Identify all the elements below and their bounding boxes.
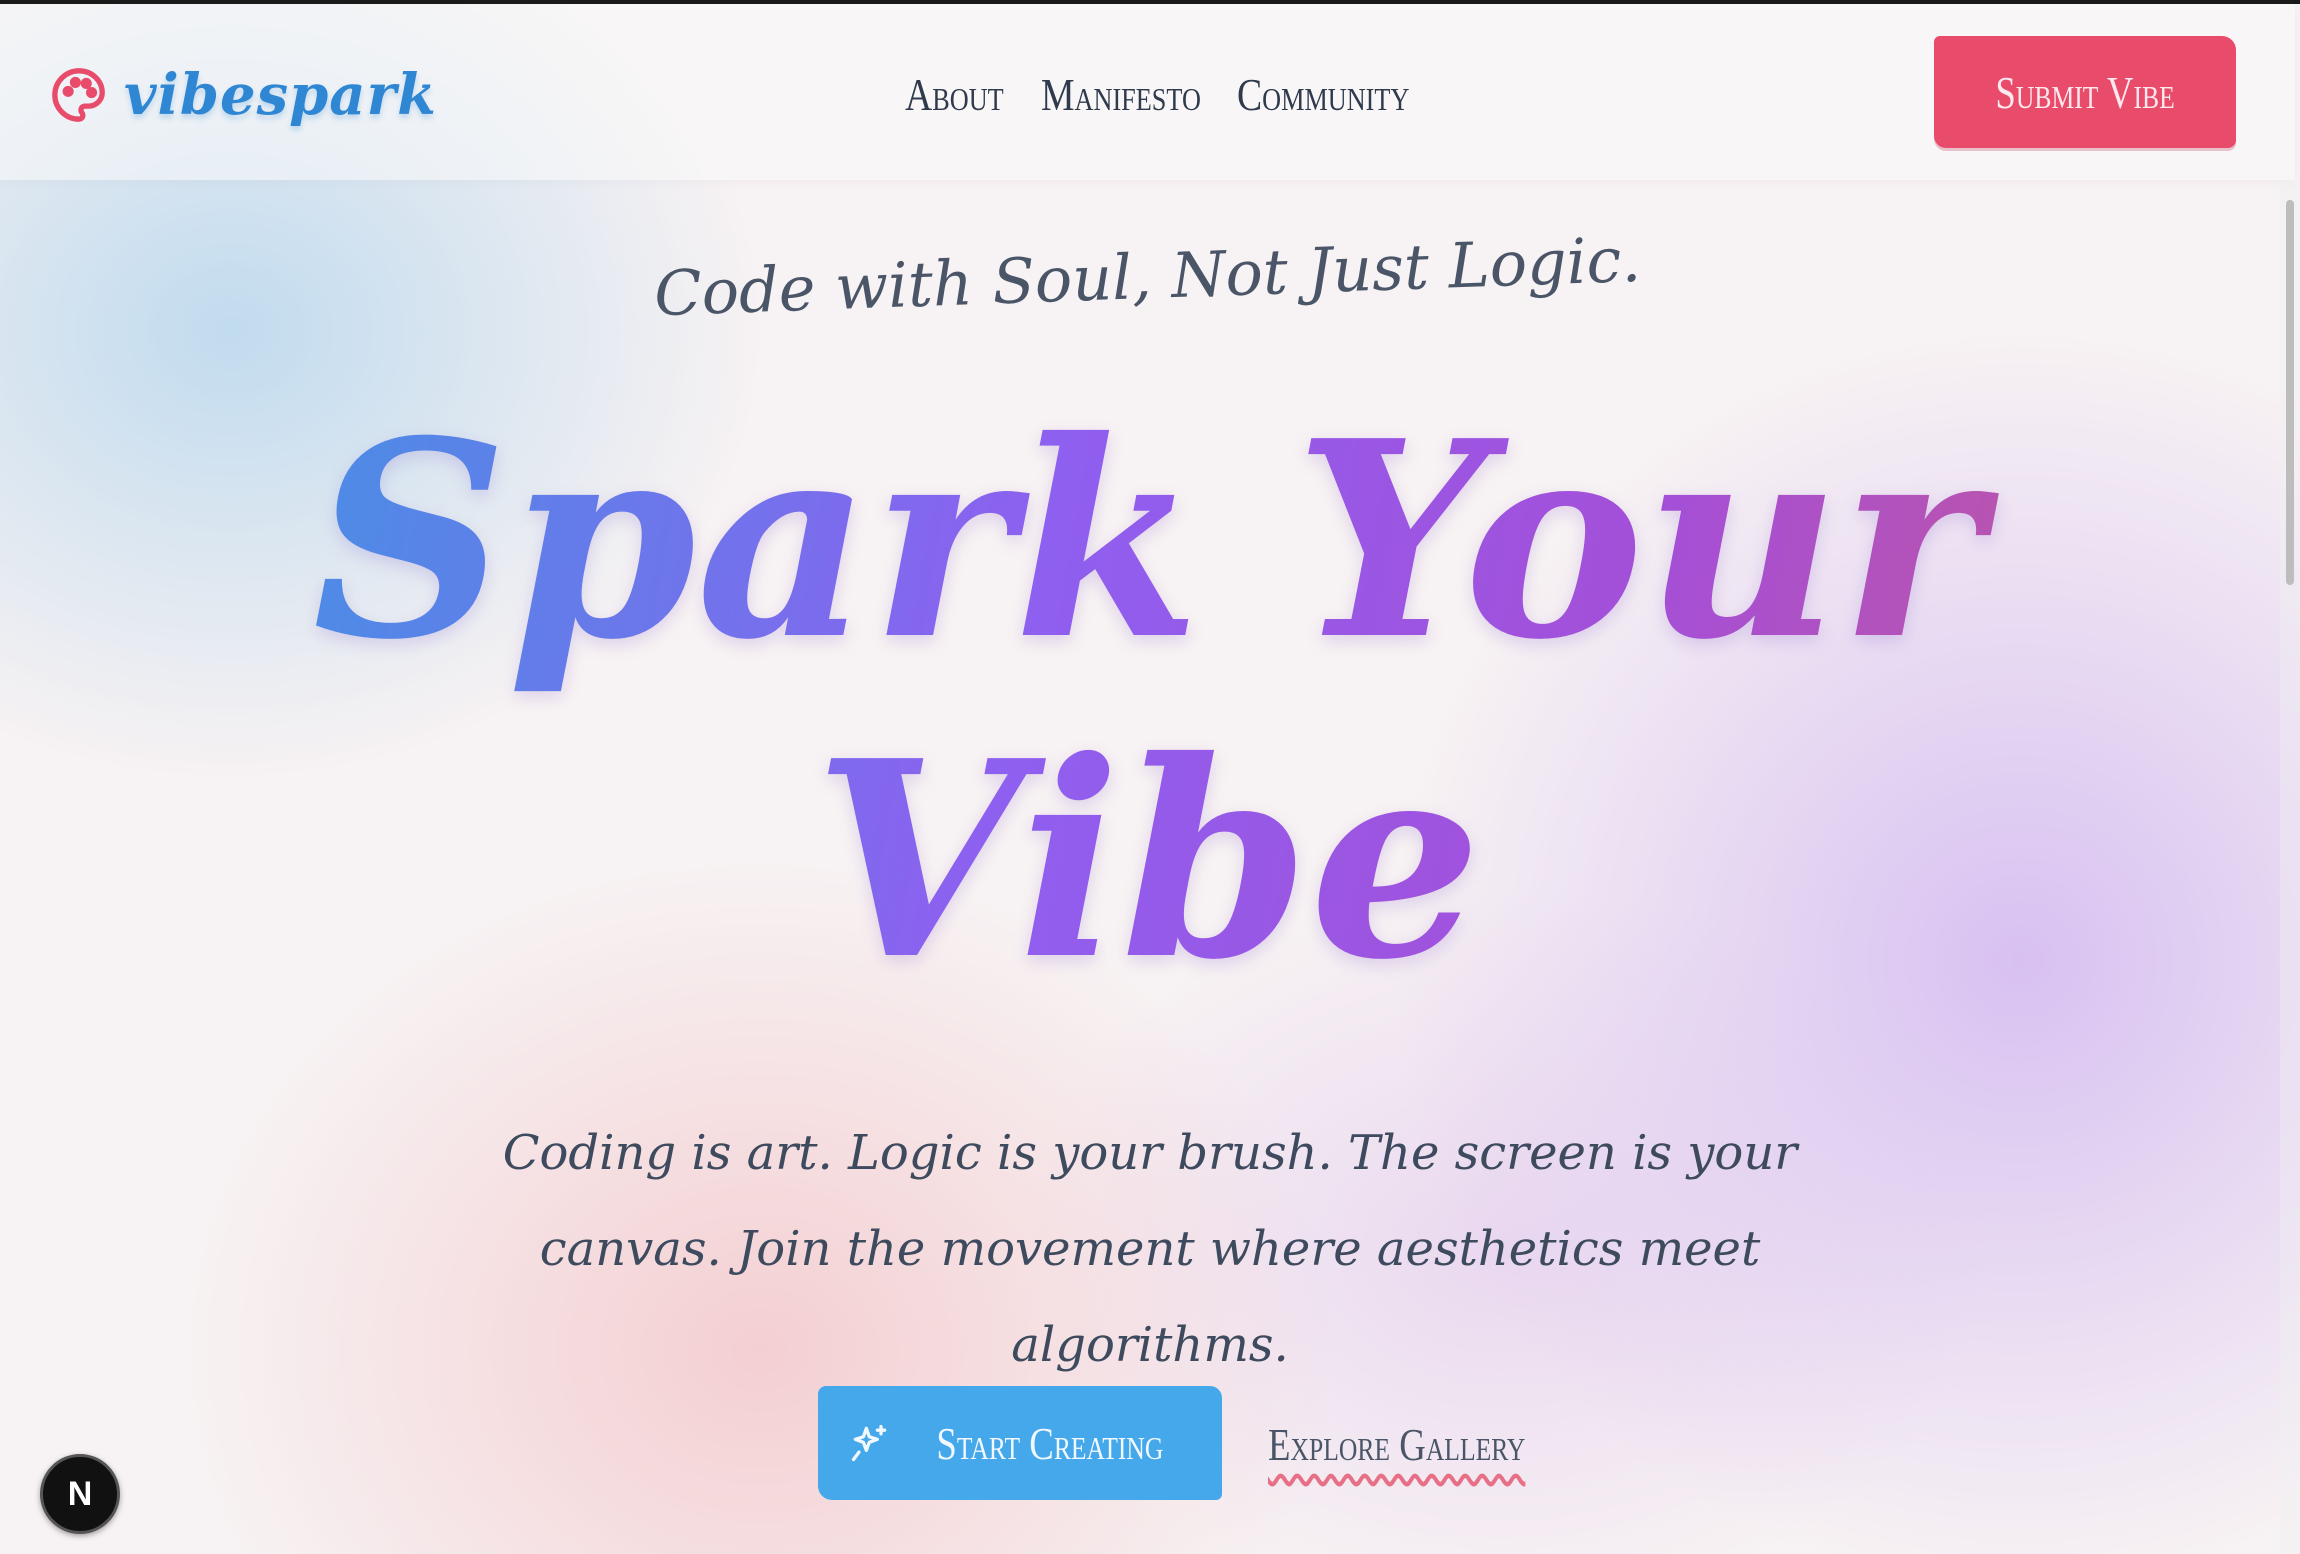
page-viewport: vibespark About Manifesto Community Subm… — [0, 0, 2300, 1554]
submit-vibe-button[interactable]: Submit Vibe — [1934, 36, 2236, 148]
devtools-badge[interactable]: N — [40, 1454, 120, 1534]
brand-logo[interactable]: vibespark — [50, 62, 437, 128]
hero-title-line-1: Spark Your — [312, 381, 1983, 699]
hero-description: Coding is art. Logic is your brush. The … — [502, 1125, 1798, 1373]
hero-tagline: Code with Soul, Not Just Logic. — [652, 222, 1643, 331]
devtools-badge-letter: N — [67, 1474, 93, 1513]
nav-link-manifesto[interactable]: Manifesto — [1041, 68, 1201, 121]
start-creating-label: Start Creating — [936, 1417, 1164, 1469]
palette-icon — [52, 68, 105, 122]
submit-vibe-label: Submit Vibe — [1995, 66, 2175, 118]
hero-title-line-2: Vibe — [813, 701, 1482, 1019]
explore-gallery-link[interactable]: Explore Gallery — [1268, 1418, 1525, 1471]
navbar: vibespark About Manifesto Community Subm… — [0, 4, 2295, 180]
brand-name: vibespark — [124, 62, 437, 128]
nav-link-community[interactable]: Community — [1237, 68, 1409, 121]
hero-title: Spark Your Vibe — [0, 380, 2295, 1020]
sparkles-icon — [851, 1424, 887, 1462]
start-creating-button[interactable]: Start Creating — [818, 1386, 1222, 1500]
main-nav: About Manifesto Community — [905, 68, 1409, 121]
nav-link-about[interactable]: About — [905, 68, 1004, 121]
